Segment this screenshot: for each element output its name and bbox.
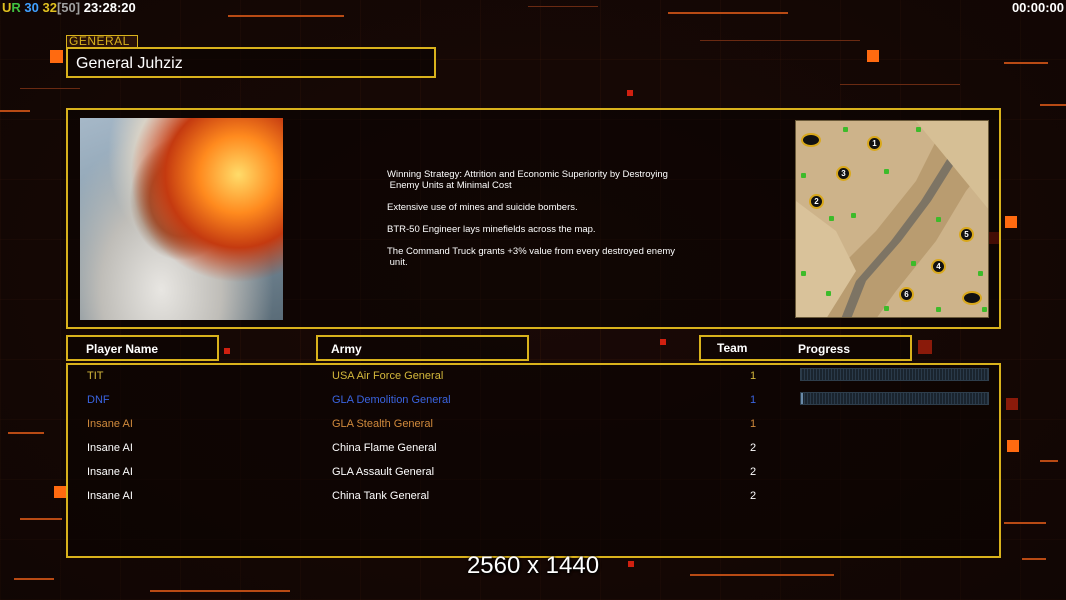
start-position-6: 6: [899, 287, 914, 302]
progress-bar: [800, 368, 989, 381]
strategy-line-4: The Command Truck grants +3% value from …: [387, 246, 676, 268]
player-name: DNF: [87, 394, 110, 406]
team-header: Team: [717, 341, 748, 355]
ur-label-r: R: [11, 0, 21, 15]
player-team: 2: [749, 466, 757, 478]
strategy-text: Winning Strategy: Attrition and Economic…: [387, 169, 707, 279]
fps-value-2: 32: [42, 0, 57, 15]
player-name-header: Player Name: [66, 335, 219, 361]
table-row: Insane AI China Flame General 2: [68, 437, 999, 461]
player-name: Insane AI: [87, 466, 133, 478]
start-slot: [962, 291, 982, 305]
player-team: 1: [749, 370, 757, 382]
player-army: USA Air Force General: [332, 370, 444, 382]
player-name: Insane AI: [87, 442, 133, 454]
ur-label-u: U: [2, 0, 12, 15]
table-row: TIT USA Air Force General 1: [68, 365, 999, 389]
start-position-1: 1: [867, 136, 882, 151]
fps-cap: [50]: [56, 0, 81, 15]
player-army: GLA Demolition General: [332, 394, 451, 406]
general-portrait: [80, 118, 283, 320]
army-header: Army: [316, 335, 529, 361]
strategy-line-3: BTR-50 Engineer lays minefields across t…: [387, 224, 596, 235]
game-timer: 00:00:00: [1011, 0, 1064, 15]
progress-fill: [801, 393, 803, 404]
map-preview: 1 3 2 5 4 6: [795, 120, 989, 318]
fps-value: 30: [24, 0, 39, 15]
start-slot: [801, 133, 821, 147]
fps-counter: UR 30 32[50] 23:28:20: [2, 0, 136, 15]
clock: 23:28:20: [83, 0, 136, 15]
start-position-2: 2: [809, 194, 824, 209]
player-name: Insane AI: [87, 490, 133, 502]
start-position-3: 3: [836, 166, 851, 181]
progress-header: Progress: [798, 342, 851, 356]
general-name-box: General Juhziz: [66, 47, 436, 78]
table-row: Insane AI GLA Stealth General 1: [68, 413, 999, 437]
player-team: 1: [749, 394, 757, 406]
progress-bar: [800, 392, 989, 405]
player-list: TIT USA Air Force General 1 DNF GLA Demo…: [66, 363, 1001, 558]
table-row: Insane AI China Tank General 2: [68, 485, 999, 509]
general-name: General Juhziz: [76, 55, 183, 72]
player-army: China Tank General: [332, 490, 430, 502]
player-army: GLA Stealth General: [332, 418, 433, 430]
strategy-line-2: Extensive use of mines and suicide bombe…: [387, 202, 578, 213]
start-position-5: 5: [959, 227, 974, 242]
resolution-watermark: 2560 x 1440: [466, 552, 600, 579]
map-terrain: [796, 121, 988, 317]
table-row: Insane AI GLA Assault General 2: [68, 461, 999, 485]
player-team: 1: [749, 418, 757, 430]
player-team: 2: [749, 442, 757, 454]
start-position-4: 4: [931, 259, 946, 274]
team-progress-header: Team Progress: [699, 335, 912, 361]
player-army: GLA Assault General: [332, 466, 435, 478]
player-name: TIT: [87, 370, 104, 382]
player-team: 2: [749, 490, 757, 502]
table-row: DNF GLA Demolition General 1: [68, 389, 999, 413]
strategy-line-1: Winning Strategy: Attrition and Economic…: [387, 169, 668, 191]
player-name: Insane AI: [87, 418, 133, 430]
player-army: China Flame General: [332, 442, 437, 454]
